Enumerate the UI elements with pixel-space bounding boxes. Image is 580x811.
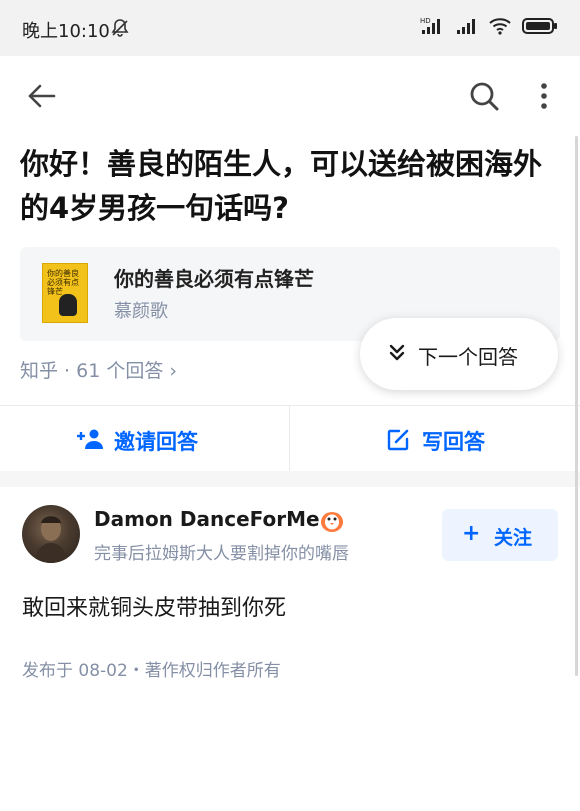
write-answer-label: 写回答 [422,430,485,454]
status-time: 晚上10:10 [22,21,110,42]
invite-answer-label: 邀请回答 [114,430,198,454]
wifi-icon [488,17,512,39]
author-bio: 完事后拉姆斯大人要割掉你的嘴唇 [94,544,349,564]
more-vertical-icon [541,83,547,109]
answer-content[interactable]: 敢回来就铜头皮带抽到你死 [22,590,286,622]
back-button[interactable] [22,76,62,116]
answer-card: Damon DanceForMe 完事后拉姆斯大人要割掉你的嘴唇 + 关注 敢回… [0,487,580,811]
double-chevron-down-icon [389,344,405,361]
next-answer-label: 下一个回答 [418,345,518,369]
cat-illustration-icon [59,294,77,316]
search-button[interactable] [464,76,504,116]
answers-count-link[interactable]: 知乎 · 61 个回答 › [20,356,177,383]
avatar[interactable] [22,505,80,563]
follow-button[interactable]: + 关注 [442,509,558,561]
book-author: 慕颜歌 [114,301,168,322]
book-cover-text: 你的善良必须有点锋芒 [47,269,79,296]
answer-publish-info: 发布于 08-02・著作权归作者所有 [22,661,281,681]
book-title: 你的善良必须有点锋芒 [114,267,314,291]
hd-signal-icon: HD [420,16,446,40]
author-name[interactable]: Damon DanceForMe [94,507,320,531]
add-user-icon [77,429,103,449]
plus-icon: + [462,521,481,546]
more-button[interactable] [530,76,558,116]
section-divider [0,471,580,487]
search-icon [470,82,499,111]
scrollbar[interactable] [575,136,578,676]
write-answer-button[interactable]: 写回答 [290,406,580,472]
question-title[interactable]: 你好！善良的陌生人，可以送给被困海外的4岁男孩一句话吗? [20,142,560,230]
battery-icon [522,17,558,39]
follow-label: 关注 [494,527,533,549]
arrow-left-icon [28,84,56,108]
invite-answer-button[interactable]: 邀请回答 [0,406,290,472]
svg-text:HD: HD [420,17,431,25]
top-nav [0,56,580,136]
action-bar: 邀请回答 写回答 [0,405,580,472]
edit-icon [387,429,409,451]
status-bar: 晚上10:10 HD [0,0,580,56]
book-cover-image: 你的善良必须有点锋芒 [42,263,88,323]
penguin-badge-icon [318,507,346,533]
mute-bell-icon [110,18,130,42]
next-answer-button[interactable]: 下一个回答 [360,318,558,390]
signal-icon [456,17,478,39]
